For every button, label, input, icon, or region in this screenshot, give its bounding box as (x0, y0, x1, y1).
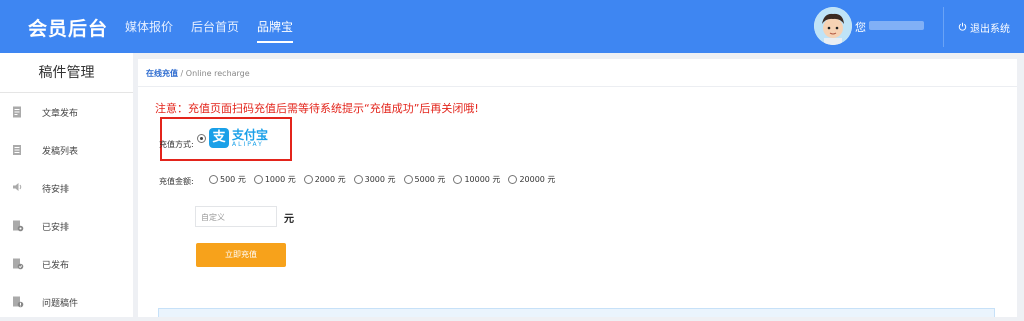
amount-option-label: 3000 元 (364, 175, 396, 184)
amount-radio[interactable] (253, 175, 263, 184)
amount-option-label: 20000 元 (519, 175, 556, 184)
sidebar-item-pending[interactable]: 待安排 (0, 169, 133, 207)
amount-option-label: 2000 元 (314, 175, 346, 184)
nav-media-pricing[interactable]: 媒体报价 (125, 18, 173, 43)
document-icon (12, 106, 24, 118)
breadcrumb-separator: / (178, 69, 186, 78)
amount-option[interactable]: 10000 元 (453, 174, 500, 185)
doc-gear-icon (12, 220, 24, 232)
sidebar-item-label: 已发布 (42, 261, 70, 271)
amount-radio[interactable] (353, 175, 363, 184)
sidebar-title: 稿件管理 (0, 53, 133, 93)
recharge-now-button[interactable]: 立即充值 (196, 243, 286, 267)
logout-label: 退出系统 (970, 24, 1010, 35)
speaker-icon (12, 182, 24, 194)
amount-option-label: 500 元 (220, 175, 246, 184)
amount-radio[interactable] (453, 175, 463, 184)
amount-option[interactable]: 20000 元 (508, 174, 555, 185)
sidebar-item-label: 问题稿件 (42, 299, 79, 309)
sidebar-item-submission-list[interactable]: 发稿列表 (0, 131, 133, 169)
power-icon (958, 22, 967, 34)
breadcrumb: 在线充值 / Online recharge (146, 68, 250, 79)
info-panel (158, 308, 995, 317)
sidebar-item-published[interactable]: 已发布 (0, 245, 133, 283)
sidebar-item-problem-submissions[interactable]: 问题稿件 (0, 283, 133, 321)
amount-option-label: 1000 元 (264, 175, 296, 184)
payment-method-label: 充值方式: (159, 140, 194, 149)
amount-option[interactable]: 1000 元 (253, 174, 296, 185)
logout-button[interactable]: 退出系统 (958, 20, 1010, 35)
amount-option-label: 10000 元 (464, 175, 501, 184)
sidebar: 稿件管理 文章发布 发稿列表 待安排 已安排 已发布 问题稿件 (0, 53, 133, 317)
alipay-option[interactable]: 支 支付宝 ALIPAY (209, 128, 268, 148)
currency-unit: 元 (284, 214, 294, 225)
sidebar-item-label: 文章发布 (42, 109, 79, 119)
alipay-logo-icon: 支 (209, 128, 229, 148)
sidebar-item-label: 待安排 (42, 185, 70, 195)
avatar[interactable] (814, 7, 852, 45)
nav-brand-treasure[interactable]: 品牌宝 (257, 18, 294, 43)
top-header: 会员后台 媒体报价 后台首页 品牌宝 您 退出系统 (0, 0, 1024, 53)
amount-option[interactable]: 500 元 (209, 174, 246, 185)
amount-option-label: 5000 元 (414, 175, 446, 184)
divider (138, 86, 1017, 87)
doc-warning-icon (12, 296, 24, 308)
amount-radio[interactable] (209, 175, 218, 184)
amount-radio[interactable] (508, 175, 518, 184)
amount-radio[interactable] (303, 175, 313, 184)
doc-check-icon (12, 258, 24, 270)
amount-radio[interactable] (403, 175, 413, 184)
user-info[interactable]: 您 (814, 7, 944, 47)
alipay-name: 支付宝 (232, 127, 269, 142)
amount-option[interactable]: 3000 元 (353, 174, 396, 185)
breadcrumb-current[interactable]: 在线充值 (146, 69, 178, 78)
sidebar-item-label: 发稿列表 (42, 147, 79, 157)
breadcrumb-subtitle: Online recharge (185, 69, 250, 78)
nav-dashboard-home[interactable]: 后台首页 (191, 18, 239, 43)
brand-title: 会员后台 (28, 18, 109, 40)
user-greeting: 您 (855, 21, 866, 34)
recharge-notice: 注意：充值页面扫码充值后需等待系统提示“充值成功”后再关闭哦! (155, 102, 479, 115)
sidebar-item-arranged[interactable]: 已安排 (0, 207, 133, 245)
amount-option[interactable]: 5000 元 (403, 174, 446, 185)
amount-label: 充值金额: (159, 177, 194, 186)
amount-options: 500 元 1000 元 2000 元 3000 元 5000 元 10000 … (209, 174, 555, 185)
redacted-username (869, 21, 924, 30)
sidebar-item-label: 已安排 (42, 223, 70, 233)
amount-option[interactable]: 2000 元 (303, 174, 346, 185)
sidebar-item-article-publish[interactable]: 文章发布 (0, 93, 133, 131)
custom-amount-input[interactable]: 自定义 (195, 206, 277, 227)
alipay-name-en: ALIPAY (232, 140, 264, 148)
alipay-radio[interactable] (197, 134, 206, 143)
top-nav: 媒体报价 后台首页 品牌宝 (125, 18, 294, 43)
list-icon (12, 144, 24, 156)
main-content: 在线充值 / Online recharge 注意：充值页面扫码充值后需等待系统… (138, 59, 1017, 317)
